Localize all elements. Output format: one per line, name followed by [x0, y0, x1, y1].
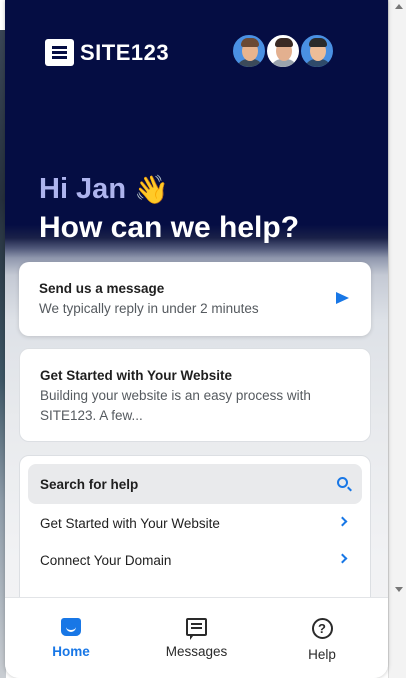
- tab-messages[interactable]: Messages: [149, 598, 245, 678]
- home-icon: [61, 618, 81, 636]
- help-widget: SITE123 Hi Jan 👋 How can we help? Send u…: [5, 0, 388, 678]
- help-link-label: Connect Your Domain: [40, 553, 172, 568]
- tab-home[interactable]: Home: [23, 598, 119, 678]
- scroll-down-arrow-icon[interactable]: [395, 587, 403, 592]
- scroll-up-arrow-icon[interactable]: [395, 4, 403, 9]
- help-section: Search for help Get Started with Your We…: [19, 455, 371, 615]
- greeting-text: Hi Jan: [39, 173, 127, 205]
- chevron-right-icon: [337, 516, 348, 527]
- messages-icon: [186, 618, 207, 640]
- tab-help[interactable]: ? Help: [274, 598, 370, 678]
- agent-avatar-2: [265, 33, 301, 69]
- article-title: Get Started with Your Website: [40, 368, 233, 383]
- widget-header: SITE123 Hi Jan 👋 How can we help?: [5, 0, 388, 250]
- search-icon: [337, 477, 348, 488]
- search-for-help-button[interactable]: Search for help: [28, 464, 362, 504]
- scrollbar[interactable]: [388, 0, 406, 678]
- help-link-label: Get Started with Your Website: [40, 516, 220, 531]
- agent-avatar-3: [299, 33, 335, 69]
- help-link-connect-domain[interactable]: Connect Your Domain: [28, 541, 362, 578]
- help-icon: ?: [311, 618, 333, 639]
- send-message-card[interactable]: Send us a message We typically reply in …: [19, 262, 371, 336]
- tab-home-label: Home: [52, 644, 90, 659]
- brand-name: SITE123: [80, 39, 170, 65]
- tab-help-label: Help: [308, 647, 336, 662]
- bottom-tab-bar: Home Messages ? Help: [5, 597, 388, 678]
- article-excerpt: Building your website is an easy process…: [40, 388, 311, 423]
- site123-logo-icon: [45, 39, 74, 66]
- greeting: Hi Jan 👋: [39, 173, 169, 206]
- headline: How can we help?: [39, 211, 300, 244]
- send-message-title: Send us a message: [39, 281, 165, 296]
- chevron-right-icon: [337, 553, 348, 564]
- help-link-get-started[interactable]: Get Started with Your Website: [28, 504, 362, 541]
- agent-avatar-1: [231, 33, 267, 69]
- reply-time-text: We typically reply in under 2 minutes: [39, 301, 259, 316]
- send-icon: [336, 292, 349, 304]
- featured-article-card[interactable]: Get Started with Your Website Building y…: [19, 348, 371, 442]
- waving-hand-icon: 👋: [134, 174, 169, 205]
- site123-logo: SITE123: [45, 39, 169, 66]
- search-label: Search for help: [40, 477, 139, 492]
- tab-messages-label: Messages: [165, 644, 228, 659]
- agent-avatars: [231, 33, 335, 69]
